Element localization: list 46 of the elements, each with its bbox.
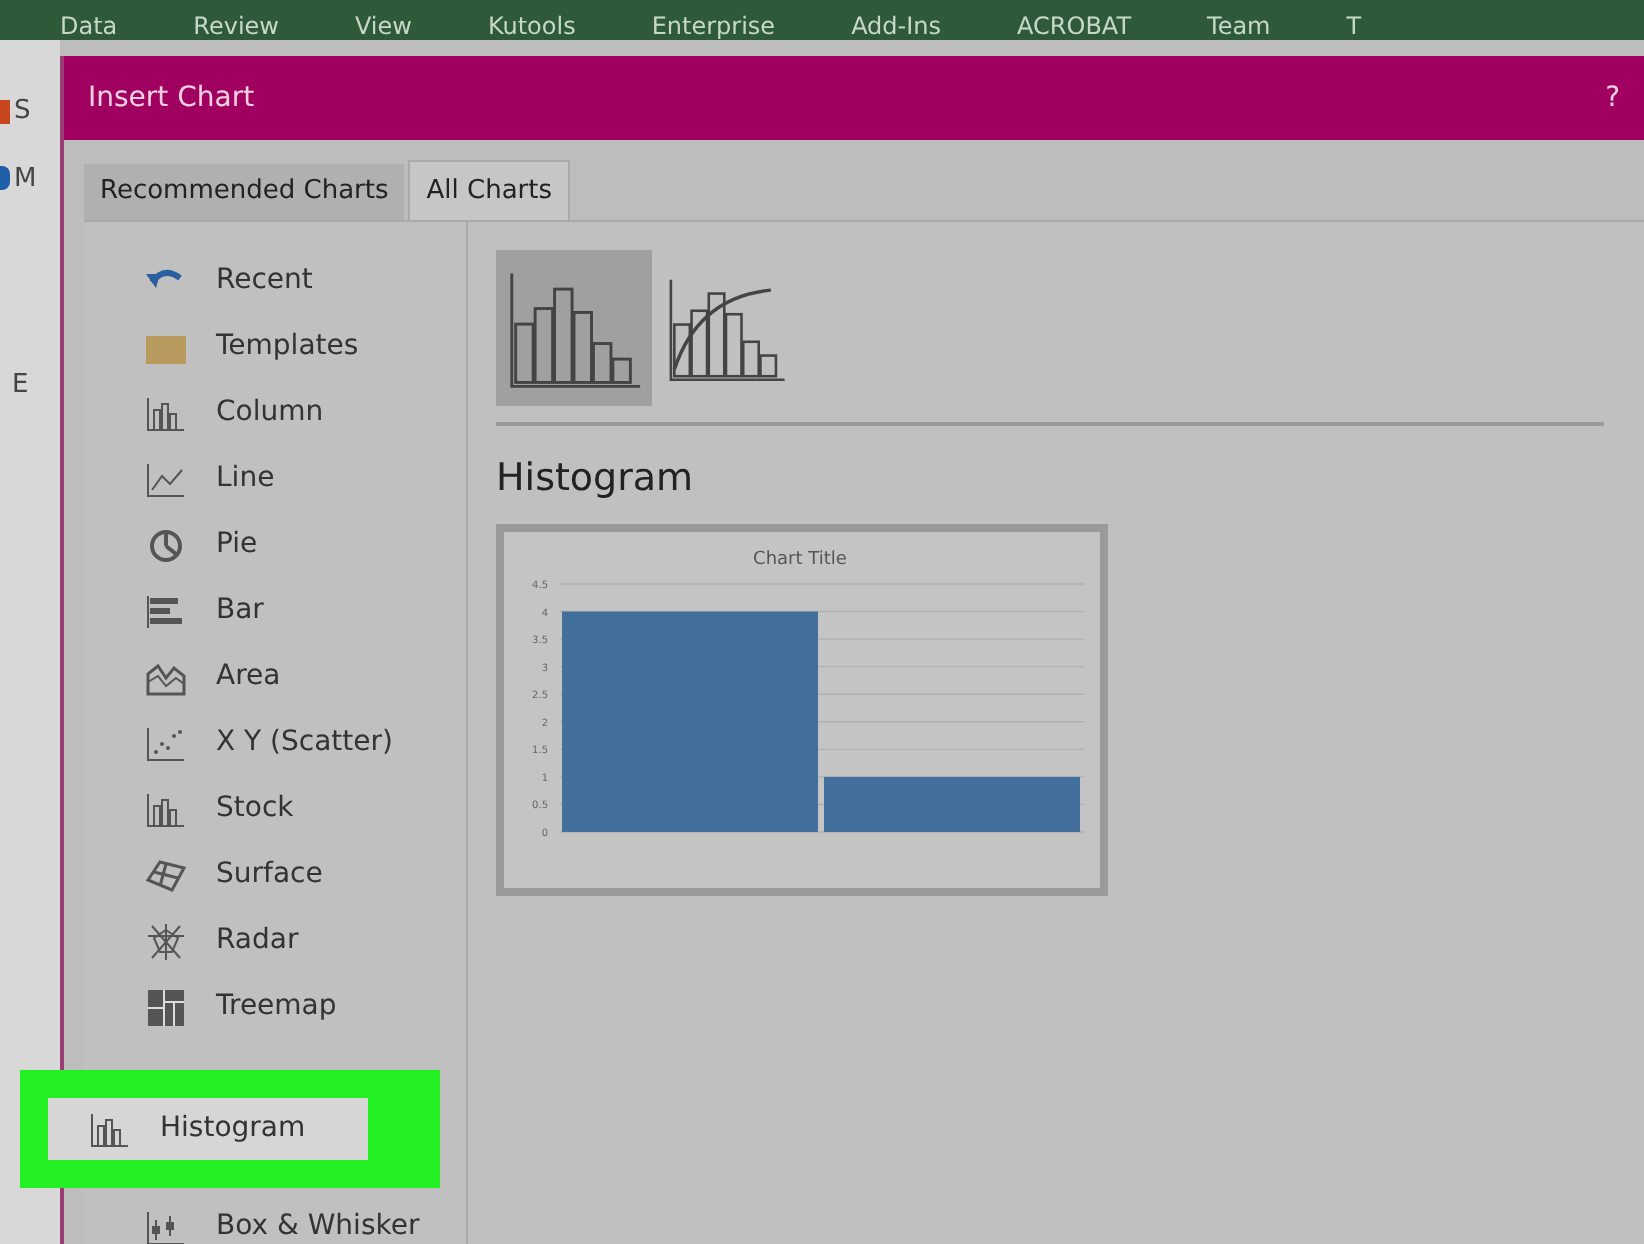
ribbon-tab[interactable]: Add-Ins: [851, 12, 942, 40]
dialog-tab[interactable]: Recommended Charts: [84, 164, 405, 220]
radar-chart-icon: [144, 921, 188, 961]
box-plot-icon: [144, 1207, 188, 1244]
chart-title: Chart Title: [753, 549, 847, 569]
ribbon-tab[interactable]: Data: [60, 12, 118, 40]
treemap-icon: [144, 987, 188, 1027]
chart-type-item[interactable]: Templates: [84, 316, 466, 378]
app-icon: [0, 166, 10, 191]
dialog-tab[interactable]: All Charts: [408, 160, 570, 220]
app-icon: [0, 99, 10, 124]
bar-chart-icon: [144, 591, 188, 631]
cut-label: S: [14, 94, 31, 130]
chart-type-item[interactable]: Recent: [84, 250, 466, 312]
chart-type-item[interactable]: Surface: [84, 844, 466, 906]
cut-label: M: [14, 161, 37, 197]
chart-subtype-button[interactable]: [496, 250, 652, 406]
chart-type-item[interactable]: Bar: [84, 580, 466, 642]
chart-type-item[interactable]: Radar: [84, 910, 466, 972]
chart-type-item[interactable]: X Y (Scatter): [84, 712, 466, 774]
line-chart-icon: [144, 459, 188, 499]
ribbon-tab[interactable]: Enterprise: [651, 12, 776, 40]
ribbon-tab[interactable]: Team: [1207, 12, 1271, 40]
chart-type-item[interactable]: Line: [84, 448, 466, 510]
ribbon-tab[interactable]: Kutools: [487, 12, 576, 40]
chart-type-item[interactable]: Pie: [84, 514, 466, 576]
column-chart-icon: [144, 789, 188, 829]
ribbon-tab[interactable]: ACROBAT: [1017, 12, 1132, 40]
chart-type-item[interactable]: Stock: [84, 778, 466, 840]
help-button[interactable]: ?: [1605, 77, 1620, 119]
chart-type-item[interactable]: Column: [84, 382, 466, 444]
column-chart-icon: [144, 393, 188, 433]
cut-label: E: [10, 368, 29, 404]
ribbon-tab[interactable]: Review: [193, 12, 279, 40]
chart-type-item[interactable]: Box & Whisker: [84, 1196, 466, 1244]
chart-type-item[interactable]: Treemap: [84, 976, 466, 1038]
chart-type-item[interactable]: Histogram: [48, 1098, 368, 1160]
ribbon-tab[interactable]: T: [1346, 12, 1362, 40]
surface-chart-icon: [144, 855, 188, 895]
preview-heading: Histogram: [496, 454, 696, 504]
pie-chart-icon: [144, 525, 188, 565]
ribbon-tab[interactable]: View: [354, 12, 412, 40]
column-chart-icon: [88, 1109, 132, 1149]
chart-type-item[interactable]: Area: [84, 646, 466, 708]
dialog-title: Insert Chart: [88, 79, 255, 117]
scatter-chart-icon: [144, 723, 188, 763]
